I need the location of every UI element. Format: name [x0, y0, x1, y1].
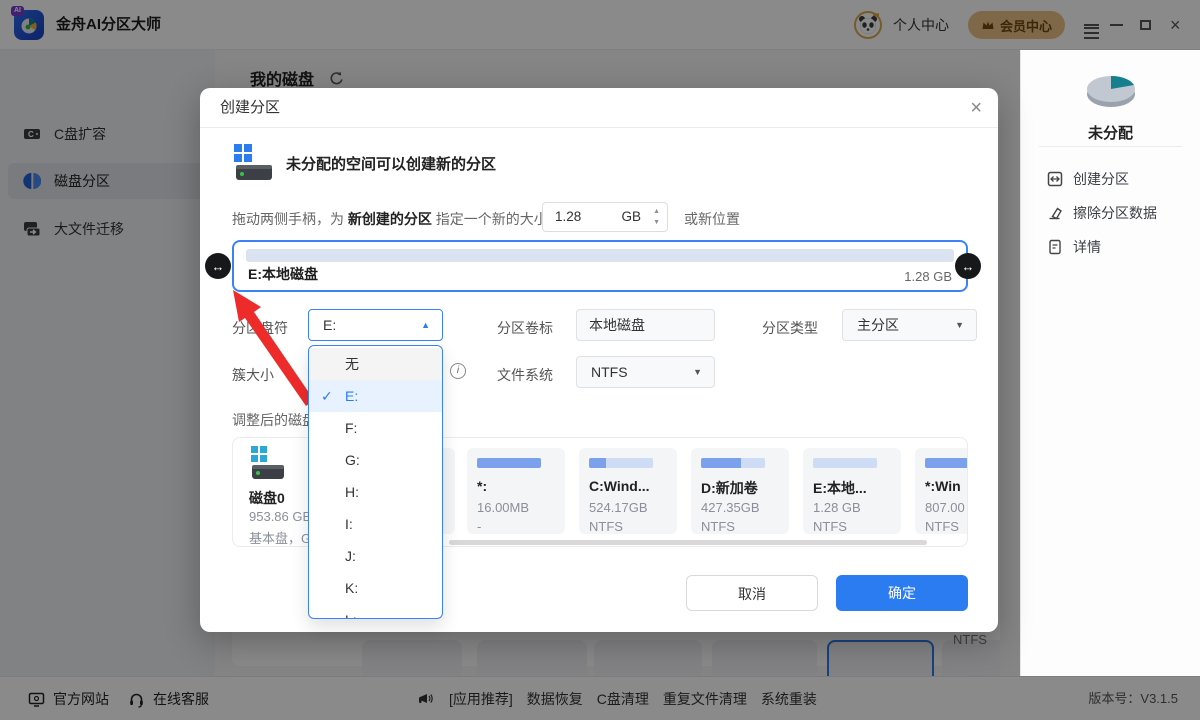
file-system-label: 文件系统	[497, 365, 553, 385]
drive-letter-dropdown: 无 ✓ E: F: G: H: I: J: K: L:	[308, 345, 443, 619]
usage-bar	[813, 458, 877, 468]
drive-letter-select[interactable]: E: ▲	[308, 309, 443, 341]
check-icon: ✓	[321, 380, 333, 412]
caret-down-icon: ▼	[955, 320, 964, 330]
dropdown-option-i[interactable]: I:	[309, 508, 442, 540]
dropdown-option-j[interactable]: J:	[309, 540, 442, 572]
partition-usage-strip	[246, 249, 954, 262]
info-icon[interactable]: i	[450, 363, 466, 379]
dropdown-option-l[interactable]: L:	[309, 604, 442, 619]
disk-panel-scrollbar[interactable]	[449, 540, 927, 545]
partition-card[interactable]: *: 16.00MB -	[467, 448, 565, 534]
unallocated-pie-icon	[1083, 68, 1139, 112]
usage-bar	[701, 458, 765, 468]
volume-label-label: 分区卷标	[497, 318, 553, 338]
dropdown-option-g[interactable]: G:	[309, 444, 442, 476]
usage-bar	[477, 458, 541, 468]
dialog-title: 创建分区	[220, 88, 280, 128]
disk-capacity: 953.86 GB	[249, 509, 311, 524]
dropdown-option-h[interactable]: H:	[309, 476, 442, 508]
usage-bar	[589, 458, 653, 468]
disk-drive-icon	[232, 144, 274, 182]
action-create-partition[interactable]: 创建分区	[1047, 167, 1129, 191]
dropdown-option-k[interactable]: K:	[309, 572, 442, 604]
size-stepper[interactable]: ▲▼	[653, 206, 660, 228]
usage-bar	[925, 458, 968, 468]
size-unit: GB	[621, 203, 641, 231]
right-resize-handle[interactable]: ↔	[955, 253, 981, 279]
partition-bar-size: 1.28 GB	[904, 269, 952, 284]
size-value: 1.28	[555, 203, 581, 231]
size-hint-tail: 或新位置	[684, 209, 740, 229]
right-action-panel: 未分配 创建分区 擦除分区数据 详情	[1020, 50, 1200, 676]
volume-label-input[interactable]: 本地磁盘	[576, 309, 715, 341]
left-resize-handle[interactable]: ↔	[205, 253, 231, 279]
disk-name: 磁盘0	[249, 488, 285, 508]
action-erase-partition[interactable]: 擦除分区数据	[1047, 201, 1157, 225]
size-input[interactable]: 1.28 GB ▲▼	[542, 202, 668, 232]
cancel-button[interactable]: 取消	[686, 575, 818, 611]
eraser-icon	[1047, 205, 1063, 221]
drive-letter-label: 分区盘符	[232, 318, 288, 338]
disk0-icon	[249, 446, 285, 482]
size-hint-text: 拖动两侧手柄，为 新创建的分区 指定一个新的大小	[232, 209, 548, 229]
partition-bar-label: E:本地磁盘	[248, 264, 318, 284]
dialog-subtitle-row: 未分配的空间可以创建新的分区	[232, 144, 496, 182]
unallocated-title: 未分配	[1021, 122, 1200, 143]
partition-card[interactable]: *:Win 807.00 NTFS	[915, 448, 968, 534]
divider	[1039, 146, 1182, 147]
dialog-close-button[interactable]: ×	[970, 88, 982, 128]
partition-type-select[interactable]: 主分区 ▼	[842, 309, 977, 341]
document-icon	[1047, 239, 1063, 255]
dim-overlay-bottom	[0, 676, 1200, 720]
partition-type-label: 分区类型	[762, 318, 818, 338]
action-details[interactable]: 详情	[1047, 235, 1101, 259]
caret-up-icon: ▲	[421, 320, 430, 330]
dialog-header: 创建分区 ×	[200, 88, 998, 128]
cluster-size-label: 簇大小	[232, 365, 274, 385]
dropdown-option-f[interactable]: F:	[309, 412, 442, 444]
dim-overlay-top	[0, 0, 1200, 50]
dropdown-option-none[interactable]: 无	[309, 348, 442, 380]
dropdown-option-e[interactable]: ✓ E:	[309, 380, 442, 412]
disk-kind: 基本盘，G	[249, 528, 311, 547]
adjusted-disk-label: 调整后的磁盘	[232, 410, 316, 430]
create-partition-icon	[1047, 171, 1063, 187]
partition-size-bar: E:本地磁盘 1.28 GB	[232, 240, 968, 292]
file-system-select[interactable]: NTFS ▼	[576, 356, 715, 388]
confirm-button[interactable]: 确定	[836, 575, 968, 611]
partition-card[interactable]: D:新加卷 427.35GB NTFS	[691, 448, 789, 534]
caret-down-icon: ▼	[693, 367, 702, 377]
dialog-subtitle: 未分配的空间可以创建新的分区	[286, 153, 496, 174]
partition-card[interactable]: C:Wind... 524.17GB NTFS	[579, 448, 677, 534]
partition-card[interactable]: E:本地... 1.28 GB NTFS	[803, 448, 901, 534]
